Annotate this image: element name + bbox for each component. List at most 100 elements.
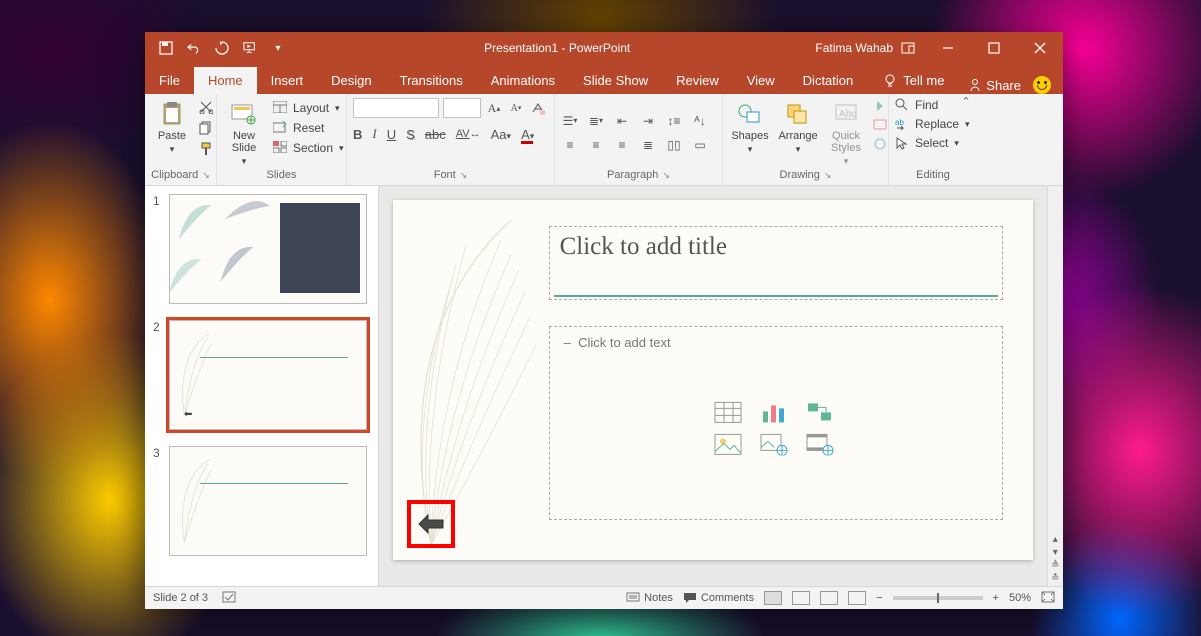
bold-button[interactable]: B [353, 127, 362, 142]
collapse-ribbon-icon[interactable]: ⌃ [957, 92, 975, 110]
undo-icon[interactable] [187, 41, 201, 55]
shapes-button[interactable]: Shapes▾ [729, 98, 771, 157]
insert-smartart-icon[interactable] [806, 401, 834, 423]
slide-counter[interactable]: Slide 2 of 3 [153, 592, 208, 604]
numbering-icon[interactable]: ≣▾ [587, 112, 605, 130]
zoom-level[interactable]: 50% [1009, 592, 1031, 604]
tab-home[interactable]: Home [194, 67, 257, 94]
decrease-font-icon[interactable]: A▾ [507, 99, 525, 117]
insert-table-icon[interactable] [714, 401, 742, 423]
reset-button[interactable]: Reset [271, 120, 346, 136]
tab-slideshow[interactable]: Slide Show [569, 67, 662, 94]
minimize-button[interactable] [925, 32, 971, 64]
thumbnail-item[interactable]: 2 ⬅ [153, 320, 368, 430]
account-area[interactable]: Fatima Wahab [815, 41, 925, 55]
normal-view-button[interactable] [764, 591, 782, 605]
justify-icon[interactable]: ≣ [639, 136, 657, 154]
thumbnail-slide-3[interactable] [169, 446, 367, 556]
dialog-launcher-icon[interactable]: ↘ [662, 170, 670, 181]
scroll-up-icon[interactable]: ▴ [1053, 534, 1058, 545]
smartart-convert-icon[interactable]: ▭ [691, 136, 709, 154]
shadow-button[interactable]: S [406, 127, 415, 142]
underline-button[interactable]: U [387, 127, 396, 142]
redo-icon[interactable] [215, 41, 229, 55]
thumbnail-slide-2[interactable]: ⬅ [169, 320, 367, 430]
decrease-indent-icon[interactable]: ⇤ [613, 112, 631, 130]
dialog-launcher-icon[interactable]: ↘ [824, 170, 832, 181]
comments-button[interactable]: Comments [683, 592, 754, 604]
previous-slide-icon[interactable]: ≜ [1051, 560, 1059, 571]
zoom-out-button[interactable]: − [876, 592, 882, 604]
bullets-icon[interactable]: ☰▾ [561, 112, 579, 130]
layout-button[interactable]: Layout ▾ [271, 100, 346, 116]
save-icon[interactable] [159, 41, 173, 55]
cut-icon[interactable] [199, 100, 213, 117]
italic-button[interactable]: I [372, 126, 376, 142]
feedback-smiley-icon[interactable] [1033, 76, 1051, 94]
spell-check-icon[interactable] [222, 590, 238, 607]
maximize-button[interactable] [971, 32, 1017, 64]
tab-design[interactable]: Design [317, 67, 385, 94]
columns-icon[interactable]: ▯▯ [665, 136, 683, 154]
share-button[interactable]: Share [968, 78, 1021, 93]
dialog-launcher-icon[interactable]: ↘ [460, 170, 468, 181]
text-direction-icon[interactable]: ᴬ↓ [691, 112, 709, 130]
zoom-in-button[interactable]: + [993, 592, 999, 604]
tab-view[interactable]: View [733, 67, 789, 94]
shape-fill-icon[interactable] [873, 100, 889, 115]
insert-pictures-icon[interactable] [714, 433, 742, 455]
arrange-button[interactable]: Arrange▾ [777, 98, 819, 157]
align-left-icon[interactable]: ≡ [561, 136, 579, 154]
increase-font-icon[interactable]: A▴ [485, 99, 503, 117]
line-spacing-icon[interactable]: ↕≡ [665, 112, 683, 130]
character-spacing-button[interactable]: AV↔ [456, 128, 481, 140]
scroll-down-icon[interactable]: ▾ [1053, 547, 1058, 558]
select-button[interactable]: Select ▾ [895, 136, 970, 150]
section-button[interactable]: Section ▾ [271, 140, 346, 156]
format-painter-icon[interactable] [199, 142, 213, 159]
copy-icon[interactable] [199, 121, 213, 138]
tab-animations[interactable]: Animations [477, 67, 569, 94]
replace-button[interactable]: abReplace ▾ [895, 117, 970, 131]
quick-styles-button[interactable]: Abc Quick Styles▾ [825, 98, 867, 169]
slide-thumbnails-pane[interactable]: 1 2 ⬅ [145, 186, 379, 586]
highlighted-back-arrow[interactable] [407, 500, 455, 548]
tab-dictation[interactable]: Dictation [789, 67, 868, 94]
zoom-slider[interactable] [893, 596, 983, 600]
thumbnail-item[interactable]: 1 [153, 194, 368, 304]
new-slide-button[interactable]: New Slide ▾ [223, 98, 265, 169]
shape-outline-icon[interactable] [873, 119, 889, 134]
tab-insert[interactable]: Insert [257, 67, 318, 94]
qat-customize-icon[interactable]: ▾ [271, 41, 285, 55]
thumbnail-slide-1[interactable] [169, 194, 367, 304]
align-right-icon[interactable]: ≡ [613, 136, 631, 154]
close-button[interactable] [1017, 32, 1063, 64]
dialog-launcher-icon[interactable]: ↘ [202, 170, 210, 181]
slide-sorter-view-button[interactable] [792, 591, 810, 605]
clear-formatting-icon[interactable] [529, 99, 547, 117]
insert-video-icon[interactable] [806, 433, 834, 455]
shape-effects-icon[interactable] [873, 138, 889, 153]
insert-chart-icon[interactable] [760, 401, 788, 423]
notes-button[interactable]: Notes [626, 592, 673, 604]
slideshow-view-button[interactable] [848, 591, 866, 605]
change-case-button[interactable]: Aa▾ [491, 127, 511, 142]
align-center-icon[interactable]: ≡ [587, 136, 605, 154]
font-size-input[interactable] [443, 98, 481, 118]
insert-online-pictures-icon[interactable] [760, 433, 788, 455]
content-placeholder[interactable]: – Click to add text [549, 326, 1003, 520]
font-color-button[interactable]: A▾ [521, 127, 534, 142]
slide-editor[interactable]: Click to add title – Click to add text [379, 186, 1047, 586]
start-from-beginning-icon[interactable] [243, 41, 257, 55]
current-slide[interactable]: Click to add title – Click to add text [393, 200, 1033, 560]
increase-indent-icon[interactable]: ⇥ [639, 112, 657, 130]
paste-button[interactable]: Paste ▾ [151, 98, 193, 157]
thumbnail-item[interactable]: 3 [153, 446, 368, 556]
reading-view-button[interactable] [820, 591, 838, 605]
vertical-scrollbar[interactable]: ▴ ▾ ≜ ≛ [1047, 186, 1063, 586]
title-placeholder[interactable]: Click to add title [549, 226, 1003, 300]
fit-to-window-button[interactable] [1041, 591, 1055, 606]
tab-file[interactable]: File [145, 67, 194, 94]
tab-review[interactable]: Review [662, 67, 733, 94]
font-family-input[interactable] [353, 98, 439, 118]
